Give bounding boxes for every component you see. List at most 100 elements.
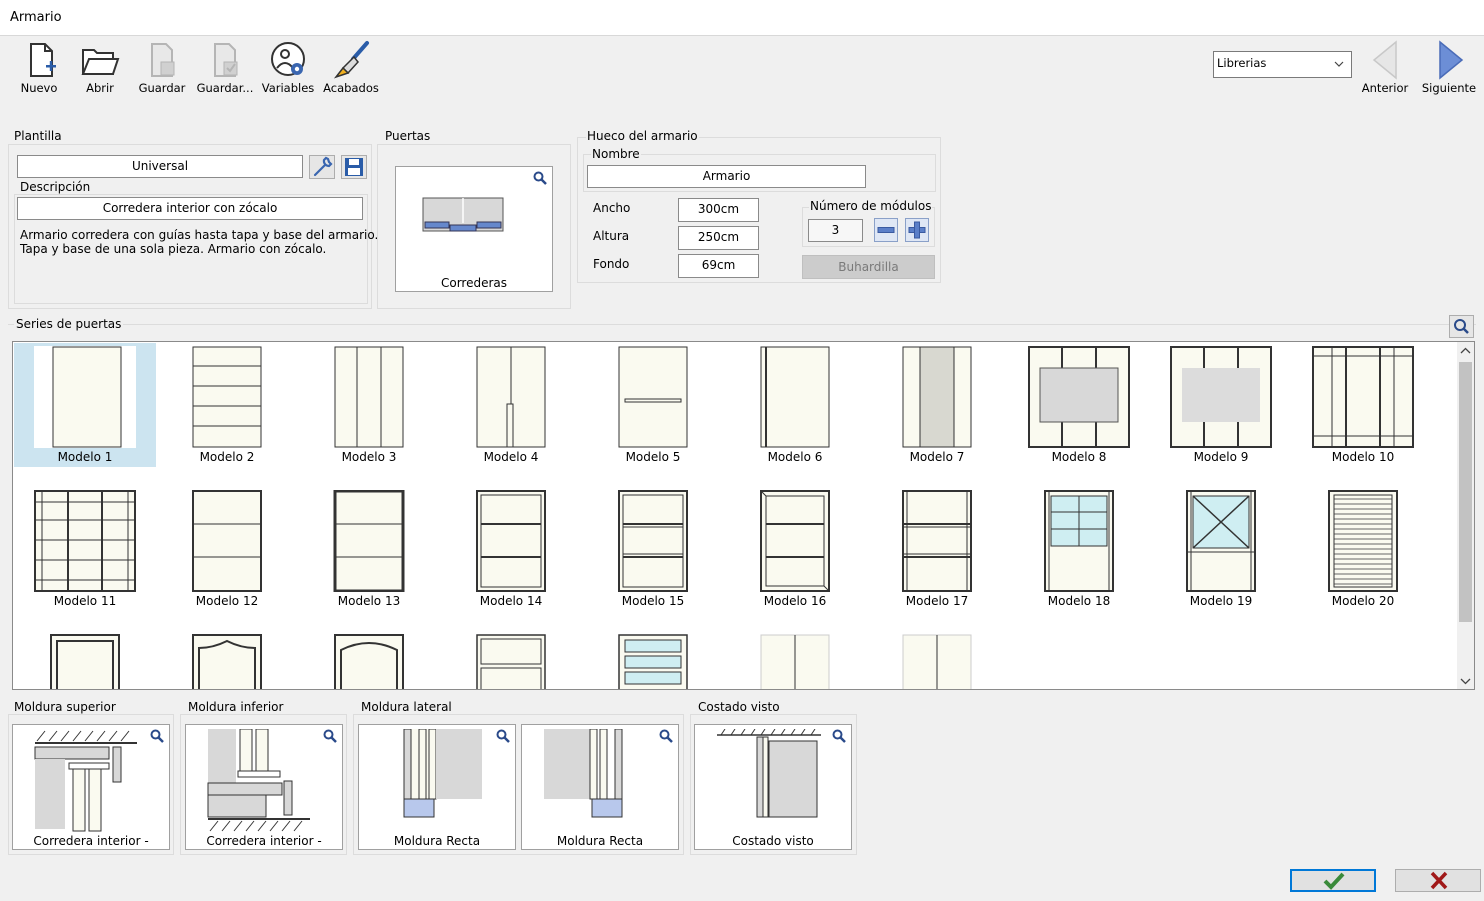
model-6[interactable]: Modelo 6	[724, 343, 866, 467]
bottom-molding-label: Moldura inferior	[188, 700, 284, 714]
variables-gear-icon	[271, 42, 305, 76]
modules-increase-button[interactable]	[905, 218, 929, 242]
top-molding-card[interactable]: Corredera interior -	[12, 724, 170, 850]
cancel-button[interactable]	[1395, 869, 1481, 892]
model-17[interactable]: Modelo 17	[866, 487, 1008, 611]
variables-button[interactable]: Variables	[258, 38, 318, 98]
model-23[interactable]	[298, 631, 440, 689]
door-model-7-thumb	[902, 346, 972, 448]
plus-icon	[908, 221, 926, 239]
model-5[interactable]: Modelo 5	[582, 343, 724, 467]
previous-label: Anterior	[1361, 81, 1409, 95]
series-divider	[8, 324, 1476, 326]
visible-side-card[interactable]: Costado visto	[694, 724, 852, 850]
next-button[interactable]: Siguiente	[1419, 38, 1479, 98]
model-22[interactable]	[156, 631, 298, 689]
door-model-6-thumb	[760, 346, 830, 448]
finishes-label: Acabados	[323, 81, 379, 95]
model-21[interactable]	[14, 631, 156, 689]
series-scrollbar[interactable]	[1457, 342, 1474, 689]
width-label: Ancho	[593, 201, 631, 215]
save-as-label: Guardar...	[196, 81, 254, 95]
door-model-15-thumb	[618, 490, 688, 592]
model-12[interactable]: Modelo 12	[156, 487, 298, 611]
model-8[interactable]: Modelo 8	[1008, 343, 1150, 467]
model-25[interactable]	[582, 631, 724, 689]
door-model-23-thumb	[334, 634, 404, 689]
model-4-label: Modelo 4	[483, 450, 539, 464]
attic-button[interactable]: Buhardilla	[802, 255, 935, 279]
door-model-19-thumb	[1186, 490, 1256, 592]
model-1[interactable]: Modelo 1	[14, 343, 156, 467]
magnifier-icon	[1454, 319, 1469, 334]
model-3[interactable]: Modelo 3	[298, 343, 440, 467]
checkmark-icon	[1323, 872, 1345, 890]
catalog-select[interactable]: Librerias	[1213, 51, 1352, 78]
cavity-group-label: Hueco del armario	[586, 129, 699, 143]
magnifier-icon	[832, 729, 846, 743]
model-14[interactable]: Modelo 14	[440, 487, 582, 611]
model-19-label: Modelo 19	[1189, 594, 1253, 608]
model-20-label: Modelo 20	[1331, 594, 1395, 608]
doors-type-caption: Correderas	[440, 276, 508, 290]
model-2-label: Modelo 2	[199, 450, 255, 464]
door-model-14-thumb	[476, 490, 546, 592]
model-24[interactable]	[440, 631, 582, 689]
model-10[interactable]: Modelo 10	[1292, 343, 1434, 467]
modules-decrease-button[interactable]	[874, 218, 898, 242]
model-27[interactable]	[866, 631, 1008, 689]
save-as-button[interactable]: Guardar...	[195, 38, 255, 98]
previous-button[interactable]: Anterior	[1355, 38, 1415, 98]
magnifier-icon	[323, 729, 337, 743]
model-13[interactable]: Modelo 13	[298, 487, 440, 611]
modules-field[interactable]: 3	[808, 219, 863, 242]
door-model-10-thumb	[1312, 346, 1414, 448]
description-label: Descripción	[20, 180, 91, 194]
door-model-27-thumb	[902, 634, 972, 689]
model-18[interactable]: Modelo 18	[1008, 487, 1150, 611]
sliding-doors-icon	[422, 197, 504, 232]
template-edit-button[interactable]	[309, 155, 335, 179]
save-label: Guardar	[138, 81, 186, 95]
save-button[interactable]: Guardar	[132, 38, 192, 98]
bottom-molding-card[interactable]: Corredera interior -	[185, 724, 343, 850]
model-9[interactable]: Modelo 9	[1150, 343, 1292, 467]
scrollbar-thumb[interactable]	[1459, 362, 1472, 622]
model-26[interactable]	[724, 631, 866, 689]
model-4[interactable]: Modelo 4	[440, 343, 582, 467]
model-6-label: Modelo 6	[767, 450, 823, 464]
template-field[interactable]: Universal	[17, 155, 303, 178]
model-16-label: Modelo 16	[763, 594, 827, 608]
magnifier-icon	[496, 729, 510, 743]
side-molding-card-2[interactable]: Moldura Recta	[521, 724, 679, 850]
series-search-button[interactable]	[1449, 315, 1474, 338]
model-7[interactable]: Modelo 7	[866, 343, 1008, 467]
model-11[interactable]: Modelo 11	[14, 487, 156, 611]
model-15[interactable]: Modelo 15	[582, 487, 724, 611]
template-save-button[interactable]	[341, 155, 367, 179]
open-button[interactable]: Abrir	[70, 38, 130, 98]
finishes-button[interactable]: Acabados	[321, 38, 381, 98]
door-series-grid: Modelo 1 Modelo 2 Modelo 3 Modelo 4 Mode…	[12, 341, 1475, 690]
side-molding-card-1[interactable]: Moldura Recta	[358, 724, 516, 850]
model-13-label: Modelo 13	[337, 594, 401, 608]
save-as-disabled-icon	[214, 43, 238, 77]
model-8-label: Modelo 8	[1051, 450, 1107, 464]
side-molding-caption-2: Moldura Recta	[556, 834, 644, 848]
width-field[interactable]: 300cm	[678, 198, 759, 222]
model-19[interactable]: Modelo 19	[1150, 487, 1292, 611]
height-field[interactable]: 250cm	[678, 226, 759, 250]
modules-label: Número de módulos	[809, 199, 933, 213]
name-field[interactable]: Armario	[587, 165, 866, 188]
depth-field[interactable]: 69cm	[678, 254, 759, 278]
new-button[interactable]: Nuevo	[9, 38, 69, 98]
arrow-right-icon	[1439, 40, 1464, 80]
model-2[interactable]: Modelo 2	[156, 343, 298, 467]
doors-type-card[interactable]: Correderas	[395, 166, 553, 292]
model-16[interactable]: Modelo 16	[724, 487, 866, 611]
ok-button[interactable]	[1290, 869, 1376, 892]
model-5-label: Modelo 5	[625, 450, 681, 464]
description-field[interactable]: Corredera interior con zócalo	[17, 197, 363, 220]
model-20[interactable]: Modelo 20	[1292, 487, 1434, 611]
title-bar: Armario	[0, 0, 1484, 36]
